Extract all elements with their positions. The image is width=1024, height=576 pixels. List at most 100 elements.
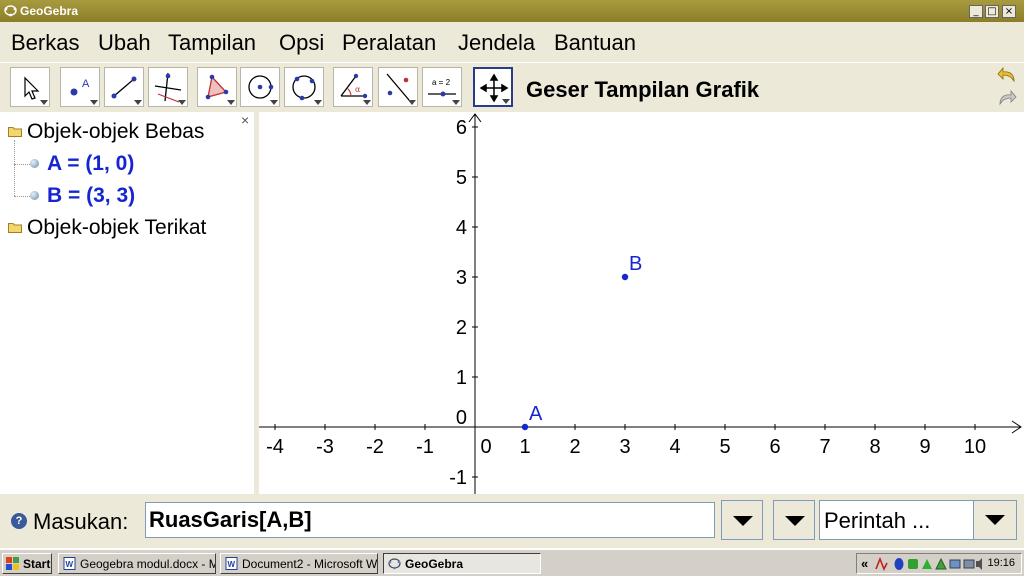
free-objects-folder[interactable]: Objek-objek Bebas (27, 120, 204, 144)
tool-menu-indicator (90, 100, 98, 105)
x-tick-label: 8 (869, 436, 880, 458)
menu-opsi[interactable]: Opsi (279, 30, 324, 56)
input-field[interactable] (145, 502, 715, 538)
start-button[interactable]: Start (2, 553, 52, 574)
geogebra-logo-icon (4, 5, 17, 17)
x-tick-label: 3 (619, 436, 630, 458)
x-tick-label: -2 (366, 436, 384, 458)
taskbar-item-geogebra[interactable]: GeoGebra (383, 553, 541, 574)
taskbar: Start W Geogebra modul.docx - M... W Doc… (0, 548, 1024, 576)
y-tick-label: 0 (456, 407, 467, 429)
x-tick-label: 9 (919, 436, 930, 458)
point-label-b[interactable]: B (629, 253, 642, 275)
dependent-objects-folder[interactable]: Objek-objek Terikat (27, 216, 206, 240)
menu-peralatan[interactable]: Peralatan (342, 30, 436, 56)
chevron-down-icon (785, 516, 805, 526)
folder-icon[interactable] (8, 126, 22, 137)
volume-icon[interactable] (976, 558, 982, 570)
move-view-tool-button[interactable] (473, 67, 513, 107)
coordinate-plane[interactable]: -4 -3 -2 -1 0 1 2 3 4 5 6 7 8 9 10 -1 0 1 2 3 4 5 6 A B (259, 112, 1024, 494)
graphics-view[interactable]: -4 -3 -2 -1 0 1 2 3 4 5 6 7 8 9 10 -1 0 1 2 3 4 5 6 A B (259, 112, 1024, 494)
window-title: GeoGebra (20, 4, 79, 18)
tool-menu-indicator (314, 100, 322, 105)
green-app-icon[interactable] (908, 559, 918, 569)
command-dropdown-button[interactable] (973, 501, 1016, 539)
title-bar: GeoGebra _ □ × (0, 0, 1024, 22)
maximize-button[interactable]: □ (985, 5, 999, 18)
circle-three-points-tool-button[interactable] (284, 67, 324, 107)
menu-jendela[interactable]: Jendela (458, 30, 535, 56)
tool-menu-indicator (363, 100, 371, 105)
folder-icon[interactable] (8, 222, 22, 233)
polygon-tool-button[interactable] (197, 67, 237, 107)
network-disconnected-icon[interactable] (963, 559, 975, 569)
object-visibility-bullet[interactable] (30, 159, 39, 168)
system-tray: « 19:16 (856, 553, 1022, 574)
tray-expand-chevron[interactable]: « (861, 556, 868, 571)
taskbar-item-document2[interactable]: W Document2 - Microsoft W... (220, 553, 378, 574)
move-tool-button[interactable] (10, 67, 50, 107)
svg-text:W: W (228, 560, 236, 569)
object-b[interactable]: B = (3, 3) (47, 184, 135, 208)
chevron-down-icon (985, 515, 1005, 525)
y-tick-label: 2 (456, 317, 467, 339)
chevron-down-icon (733, 516, 753, 526)
angle-tool-button[interactable]: α (333, 67, 373, 107)
menu-berkas[interactable]: Berkas (11, 30, 79, 56)
algebra-view: × Objek-objek Bebas A = (1, 0) B = (3, 3… (0, 112, 254, 494)
y-tick-label: 3 (456, 267, 467, 289)
object-visibility-bullet[interactable] (30, 191, 39, 200)
tool-menu-indicator (134, 100, 142, 105)
menu-tampilan[interactable]: Tampilan (168, 30, 256, 56)
tree-connector (14, 164, 30, 165)
command-select[interactable]: Perintah ... (819, 500, 1017, 540)
point-b[interactable] (621, 273, 629, 281)
network-icon[interactable] (949, 559, 961, 569)
y-tick-label: 4 (456, 217, 467, 239)
minimize-button[interactable]: _ (969, 5, 983, 18)
command-select-value: Perintah ... (824, 508, 931, 533)
point-tool-button[interactable]: A (60, 67, 100, 107)
bluetooth-icon[interactable] (894, 558, 904, 570)
perpendicular-tool-button[interactable] (148, 67, 188, 107)
input-bar: ? Masukan: Perintah ... (0, 494, 1024, 544)
redo-icon[interactable] (996, 88, 1018, 108)
toolbar: A α a = 2 Geser Tampilan Grafik (0, 62, 1024, 113)
green-triangle-icon[interactable] (922, 559, 932, 569)
start-label: Start (23, 557, 51, 571)
adobe-reader-icon[interactable] (875, 557, 888, 571)
tree-connector (14, 196, 30, 197)
y-tick-label: -1 (449, 467, 467, 489)
undo-icon[interactable] (996, 65, 1018, 85)
point-a[interactable] (521, 423, 529, 431)
word-document-icon: W (225, 557, 238, 570)
reflect-tool-button[interactable] (378, 67, 418, 107)
x-tick-label: 5 (719, 436, 730, 458)
tray-icons (875, 557, 982, 571)
x-tick-label: -4 (266, 436, 284, 458)
menu-bar: Berkas Ubah Tampilan Opsi Peralatan Jend… (0, 22, 1024, 62)
close-window-button[interactable]: × (1002, 5, 1016, 18)
y-tick-label: 1 (456, 367, 467, 389)
clock: 19:16 (987, 557, 1015, 569)
symbols-dropdown-button[interactable] (721, 500, 763, 540)
line-tool-button[interactable] (104, 67, 144, 107)
taskbar-item-geogebra-modul[interactable]: W Geogebra modul.docx - M... (58, 553, 216, 574)
svg-text:W: W (66, 560, 74, 569)
x-tick-label: 7 (819, 436, 830, 458)
point-label-a[interactable]: A (529, 403, 543, 425)
menu-ubah[interactable]: Ubah (98, 30, 151, 56)
tool-menu-indicator (502, 99, 510, 104)
greek-letters-dropdown-button[interactable] (773, 500, 815, 540)
x-tick-label: 10 (964, 436, 986, 458)
green-app-icon-2[interactable] (935, 557, 947, 570)
x-tick-label: 0 (480, 436, 491, 458)
slider-tool-button[interactable]: a = 2 (422, 67, 462, 107)
tool-menu-indicator (227, 100, 235, 105)
close-algebra-view-icon[interactable]: × (241, 112, 249, 128)
circle-tool-button[interactable] (240, 67, 280, 107)
svg-text:A: A (82, 78, 90, 90)
object-a[interactable]: A = (1, 0) (47, 152, 134, 176)
menu-bantuan[interactable]: Bantuan (554, 30, 636, 56)
help-icon[interactable]: ? (11, 513, 27, 529)
